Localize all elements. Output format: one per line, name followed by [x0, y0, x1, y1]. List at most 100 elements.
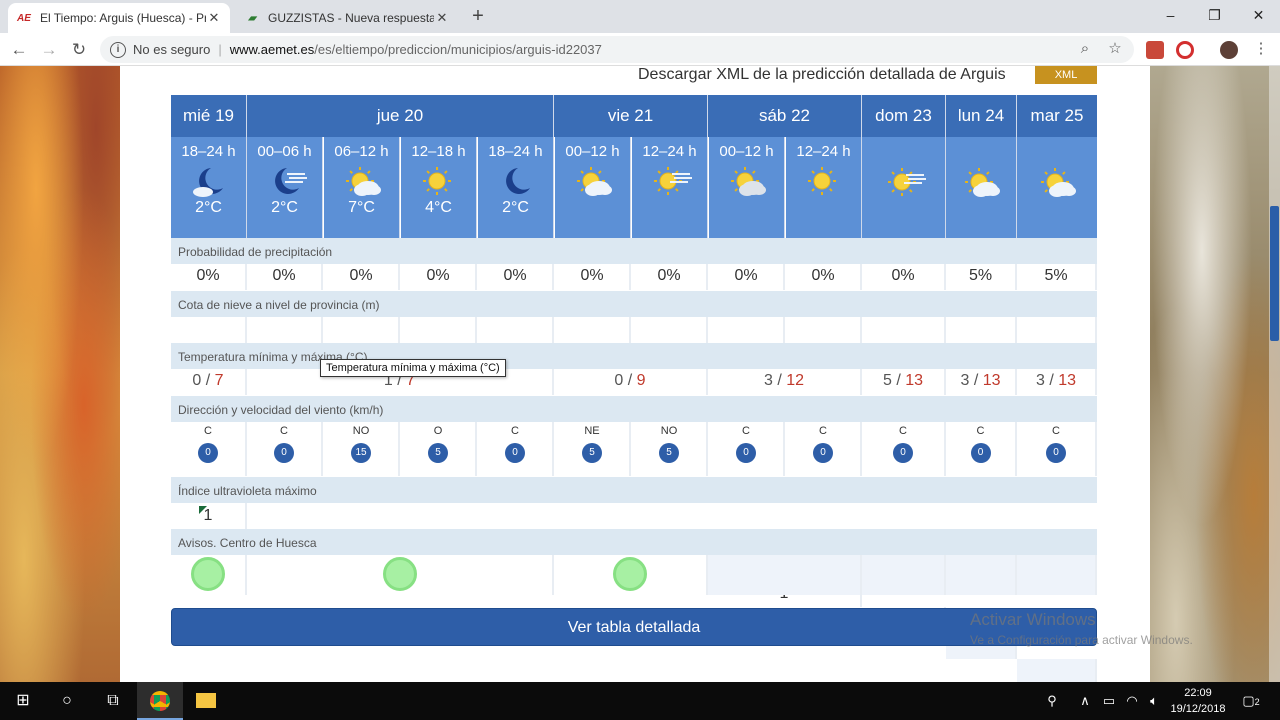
max-temp: 13: [905, 372, 924, 389]
day-header-fri: vie 21: [554, 95, 708, 137]
period-label: 18–24 h: [181, 143, 236, 160]
wind-cell: C0: [946, 422, 1017, 476]
wind-cell: NO 15: [324, 422, 400, 476]
temperature-label: 7°C: [348, 199, 375, 216]
wifi-icon[interactable]: ◠: [1121, 682, 1143, 720]
period-label: 18–24 h: [488, 143, 543, 160]
wind-speed-badge: 0: [736, 443, 756, 463]
day-header-sun: dom 23: [862, 95, 946, 137]
wind-cell: NE 5: [555, 422, 631, 476]
back-arrow-icon[interactable]: ←: [6, 37, 32, 63]
chrome-taskbar-icon[interactable]: [137, 682, 183, 720]
xml-button[interactable]: XML: [1035, 66, 1097, 84]
snow-cell: [478, 317, 554, 343]
min-temp: 5: [882, 372, 892, 389]
minmax-separator: /: [201, 372, 215, 389]
file-explorer-icon[interactable]: [183, 682, 229, 720]
forecast-period-cell: 12–24 h: [786, 137, 862, 238]
zoom-icon[interactable]: ⌕: [1074, 37, 1096, 61]
period-label: 00–12 h: [719, 143, 774, 160]
forecast-period-cell: [1017, 137, 1097, 238]
max-temp: 13: [982, 372, 1001, 389]
wind-speed-badge: 0: [970, 443, 991, 463]
max-temp: 12: [786, 372, 805, 389]
search-icon[interactable]: ○: [44, 682, 90, 720]
opera-extension-icon[interactable]: [1176, 41, 1194, 59]
windows-start-icon[interactable]: ⊞: [0, 682, 46, 720]
temperature-label: 2°C: [502, 199, 529, 216]
info-icon[interactable]: i: [110, 41, 126, 58]
snow-cell: [709, 317, 785, 343]
reload-icon[interactable]: ↻: [66, 37, 92, 63]
wind-direction: C: [742, 425, 750, 437]
period-label: 12–24 h: [796, 143, 851, 160]
minmax-cell: 3 / 13: [946, 369, 1017, 395]
wind-direction: O: [433, 425, 443, 437]
volume-icon[interactable]: 🔈︎: [1143, 682, 1165, 720]
scrollbar-thumb[interactable]: [1270, 206, 1279, 341]
warning-cell[interactable]: [554, 555, 708, 595]
warning-green-circle-icon[interactable]: [191, 557, 225, 591]
max-temp: 7: [214, 372, 224, 389]
new-tab-button[interactable]: +: [466, 5, 490, 29]
close-icon[interactable]: ✕: [434, 10, 450, 26]
tooltip: Temperatura mínima y máxima (°C): [320, 359, 506, 377]
menu-icon[interactable]: ⋮: [1250, 37, 1272, 61]
close-window-button[interactable]: ✕: [1236, 2, 1280, 28]
browser-toolbar: ← → ↻ i No es seguro | www.aemet.es/es/e…: [0, 33, 1280, 66]
snow-cell: [401, 317, 477, 343]
notifications-icon[interactable]: ▢2: [1238, 682, 1264, 720]
wind-speed-badge: 0: [1046, 443, 1066, 463]
tab-guzzistas[interactable]: ▰ GUZZISTAS - Nueva respuesta ✕: [236, 3, 458, 33]
wind-speed-badge: 5: [659, 443, 679, 463]
snow-cell: [862, 317, 946, 343]
chevron-up-icon[interactable]: ∧: [1074, 682, 1096, 720]
battery-icon[interactable]: ▭: [1098, 682, 1120, 720]
uv-flag-icon: [199, 506, 207, 514]
wind-cell: C0: [786, 422, 862, 476]
close-icon[interactable]: ✕: [206, 10, 222, 26]
warning-green-circle-icon[interactable]: [613, 557, 647, 591]
task-view-icon[interactable]: ⧉: [90, 682, 136, 720]
uv-cell: [1017, 659, 1097, 682]
tab-aemet[interactable]: AE El Tiempo: Arguis (Huesca) - Prec ✕: [8, 3, 230, 33]
wind-direction: NO: [660, 425, 678, 437]
people-icon[interactable]: ⚲: [1041, 682, 1063, 720]
minmax-cell: 0 / 9: [554, 369, 708, 395]
wind-direction: C: [1052, 425, 1060, 437]
sun-cloud-grey-icon: [723, 164, 771, 198]
wind-direction: C: [819, 425, 827, 437]
minimize-button[interactable]: –: [1148, 2, 1193, 28]
wind-direction: C: [899, 425, 907, 437]
warning-cell[interactable]: [247, 555, 554, 595]
sun-haze-icon: [880, 165, 928, 199]
forecast-period-cell: 00–12 h: [709, 137, 785, 238]
day-header-wed: mié 19: [171, 95, 247, 137]
period-label: 12–18 h: [411, 143, 466, 160]
taskbar: ⊞ ○ ⧉ ⚲ ∧ ▭ ◠ 🔈︎ 22:09 19/12/2018 ▢2: [0, 682, 1280, 720]
wind-cell: C0: [1017, 422, 1097, 476]
max-temp: 9: [636, 372, 646, 389]
warning-cell[interactable]: [171, 555, 247, 595]
avatar[interactable]: [1220, 41, 1238, 59]
page-viewport: Descargar XML de la predicción detallada…: [0, 66, 1280, 682]
scrollbar[interactable]: [1269, 66, 1280, 682]
section-uv: Índice ultravioleta máximo: [171, 477, 1097, 503]
maximize-button[interactable]: ❐: [1192, 2, 1237, 28]
min-temp: 3: [1035, 372, 1045, 389]
snow-cell: [171, 317, 247, 343]
xml-download-label[interactable]: Descargar XML de la predicción detallada…: [638, 66, 1006, 84]
period-label: 06–12 h: [334, 143, 389, 160]
clock[interactable]: 22:09 19/12/2018: [1163, 685, 1233, 717]
view-detailed-table-button[interactable]: Ver tabla detallada: [171, 608, 1097, 646]
minmax-cell: 3 / 13: [1017, 369, 1097, 395]
address-bar[interactable]: i No es seguro | www.aemet.es/es/eltiemp…: [100, 36, 1134, 63]
pdf-extension-icon[interactable]: [1146, 41, 1164, 59]
url-host: www.aemet.es: [229, 42, 315, 57]
separator: |: [218, 42, 222, 57]
wind-cell: C0: [247, 422, 323, 476]
forward-arrow-icon[interactable]: →: [36, 37, 62, 63]
bookmark-star-icon[interactable]: ☆: [1104, 37, 1126, 61]
warning-green-circle-icon[interactable]: [382, 557, 417, 591]
precip-cell: 0%: [632, 264, 708, 290]
